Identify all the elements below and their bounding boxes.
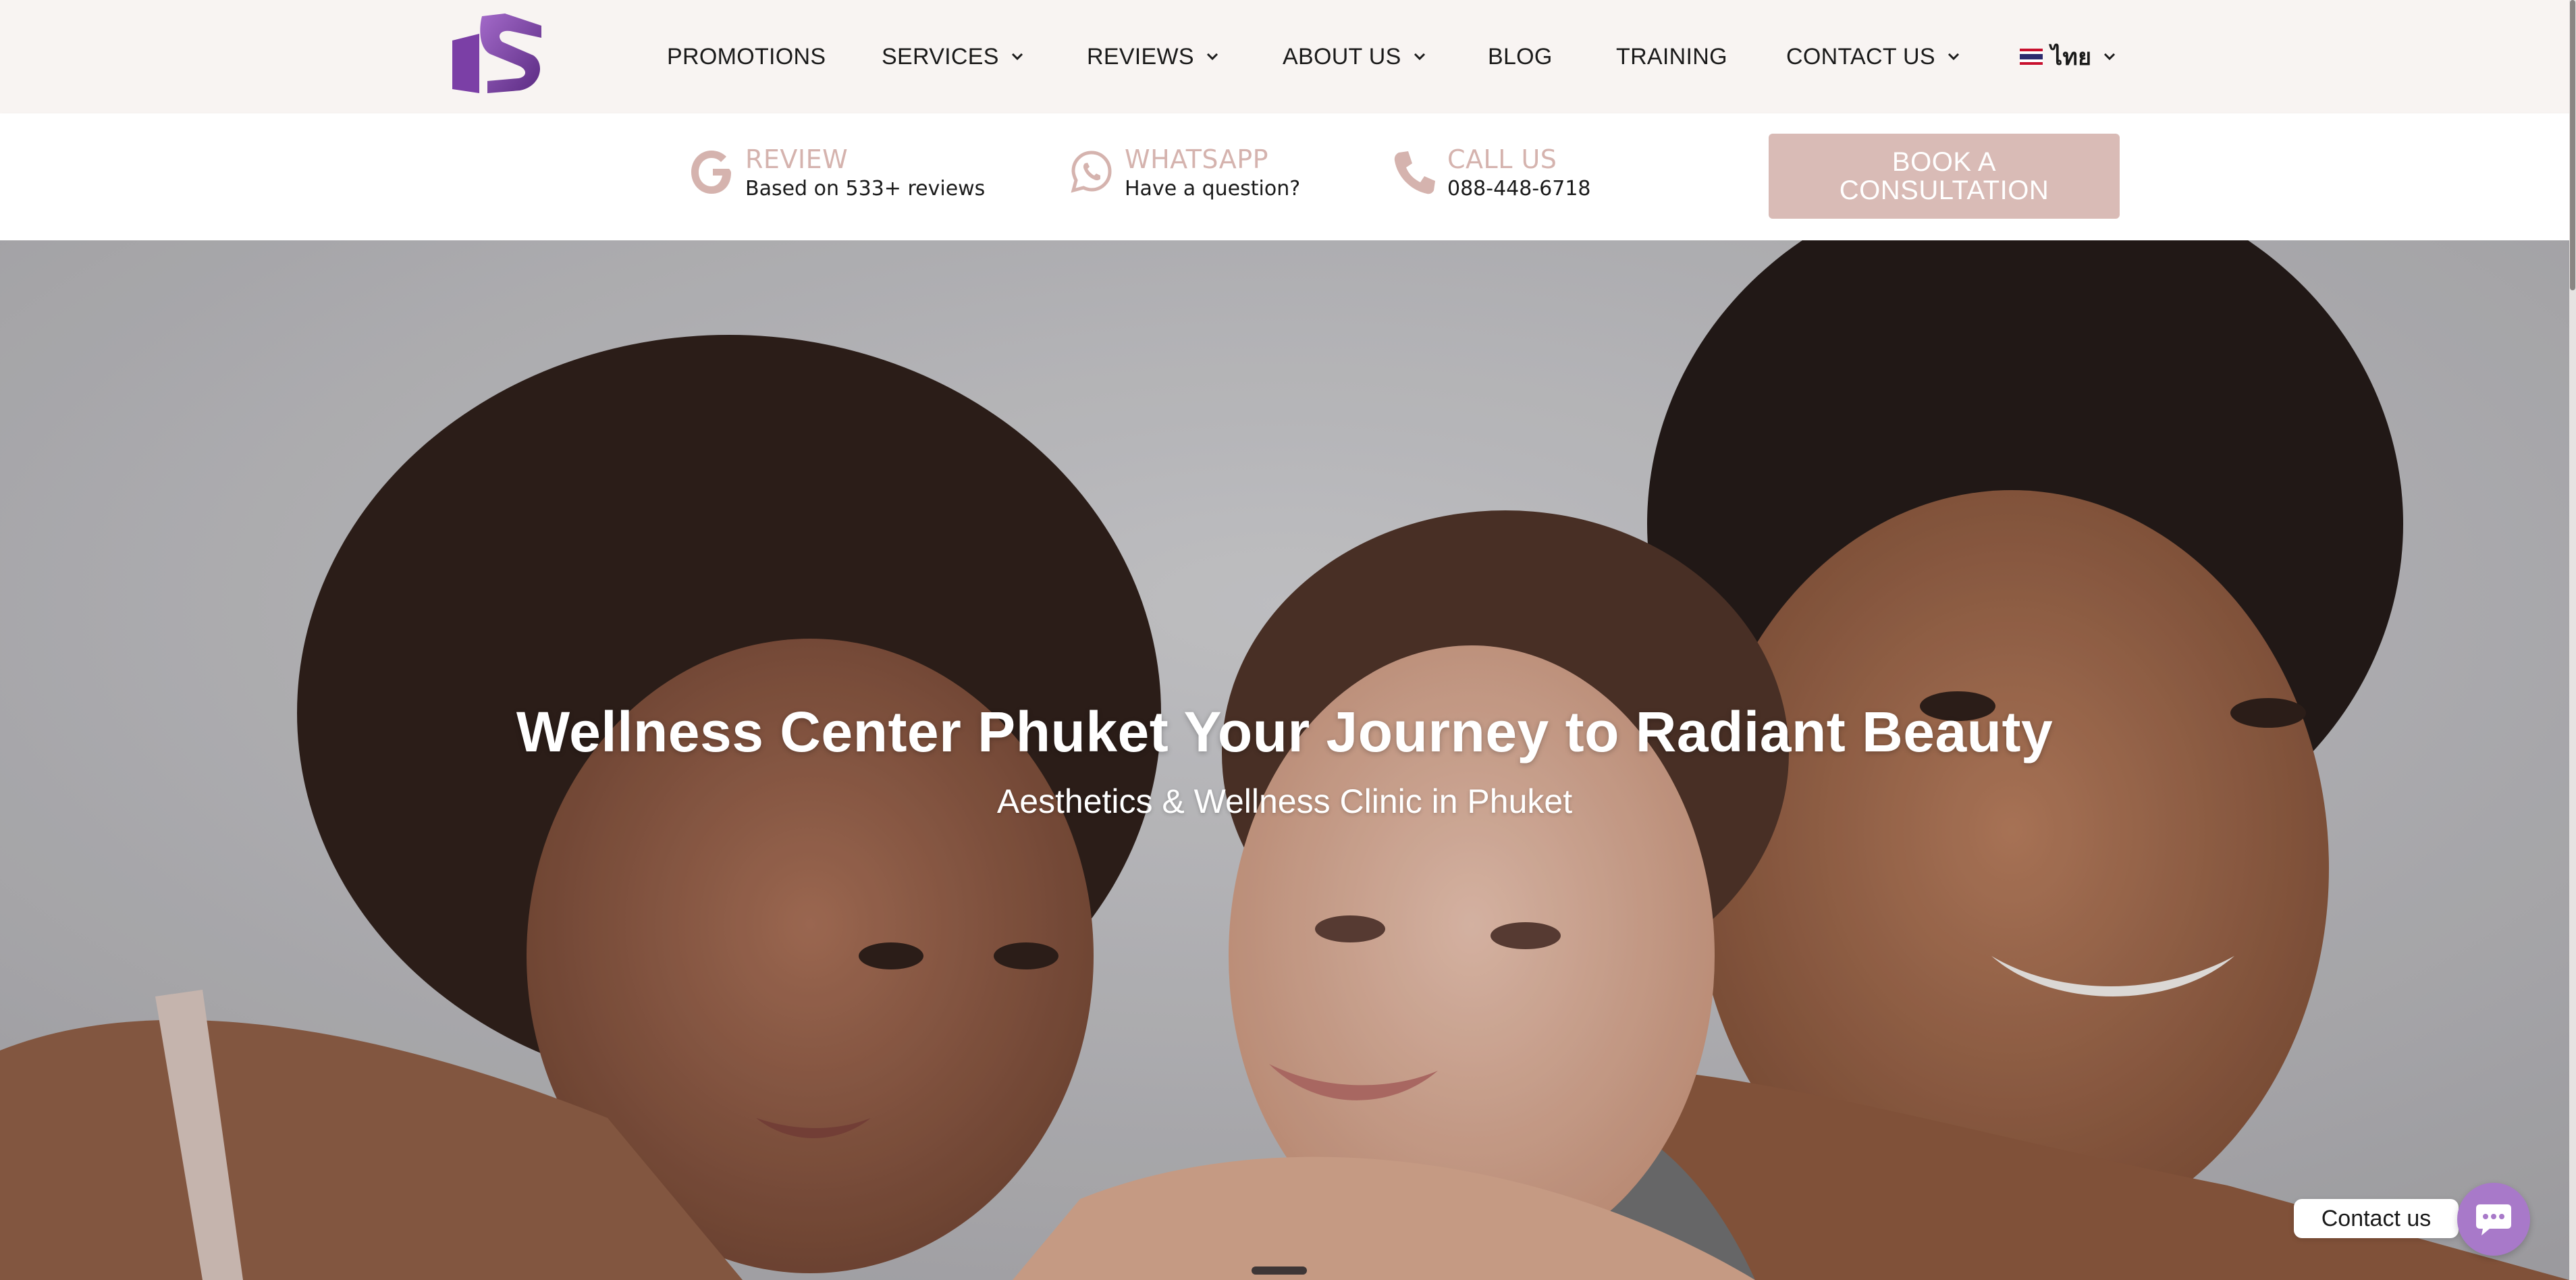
chat-bubble-icon	[2476, 1204, 2511, 1235]
review-block[interactable]: REVIEW Based on 533+ reviews	[690, 144, 985, 212]
nav-contact-us-label: CONTACT US	[1786, 43, 1935, 70]
chevron-down-icon	[1011, 53, 1023, 61]
nav-about-us-label: ABOUT US	[1283, 43, 1401, 70]
phone-icon	[1394, 151, 1435, 194]
hero-title: Wellness Center Phuket Your Journey to R…	[516, 700, 2054, 764]
call-phone-number: 088-448-6718	[1447, 177, 1591, 201]
carousel-handle[interactable]	[1252, 1266, 1307, 1275]
nav-services[interactable]: SERVICES	[882, 41, 1025, 73]
top-navigation: PROMOTIONS SERVICES REVIEWS ABOUT US BLO…	[0, 0, 2576, 113]
review-subtitle: Based on 533+ reviews	[745, 177, 986, 201]
nav-blog[interactable]: BLOG	[1488, 41, 1553, 73]
thai-flag-icon	[2020, 49, 2043, 65]
nav-training-label: TRAINING	[1616, 43, 1727, 70]
clinic-logo[interactable]	[452, 14, 541, 93]
call-block[interactable]: CALL US 088-448-6718	[1392, 144, 1591, 212]
nav-contact-us[interactable]: CONTACT US	[1786, 41, 1961, 73]
google-g-icon	[691, 151, 731, 194]
language-label: ไทย	[2051, 44, 2092, 71]
review-title: REVIEW	[745, 144, 849, 174]
language-switcher[interactable]: ไทย	[2020, 41, 2117, 73]
hero-section: Wellness Center Phuket Your Journey to R…	[0, 240, 2569, 1280]
chevron-down-icon	[1948, 53, 1959, 61]
hero-subtitle: Aesthetics & Wellness Clinic in Phuket	[996, 782, 1573, 820]
whatsapp-block[interactable]: WHATSAPP Have a question?	[1069, 144, 1300, 212]
contact-us-label[interactable]: Contact us	[2294, 1199, 2468, 1238]
nav-blog-label: BLOG	[1488, 43, 1553, 70]
call-title: CALL US	[1447, 144, 1557, 174]
scrollbar-thumb[interactable]	[2570, 0, 2575, 290]
nav-services-label: SERVICES	[882, 43, 999, 70]
chat-button[interactable]	[2457, 1183, 2530, 1256]
nav-promotions[interactable]: PROMOTIONS	[667, 41, 826, 73]
chevron-down-icon	[2104, 53, 2116, 61]
whatsapp-icon	[1071, 151, 1112, 193]
chevron-down-icon	[1206, 53, 1218, 61]
whatsapp-title: WHATSAPP	[1125, 144, 1269, 174]
nav-reviews[interactable]: REVIEWS	[1087, 41, 1220, 73]
book-consultation-button[interactable]: BOOK A CONSULTATION	[1769, 134, 2120, 219]
nav-reviews-label: REVIEWS	[1087, 43, 1194, 70]
chevron-down-icon	[1414, 53, 1425, 61]
nav-training[interactable]: TRAINING	[1616, 41, 1727, 73]
nav-promotions-label: PROMOTIONS	[667, 43, 826, 70]
nav-about-us[interactable]: ABOUT US	[1283, 41, 1427, 73]
whatsapp-subtitle: Have a question?	[1125, 177, 1301, 201]
